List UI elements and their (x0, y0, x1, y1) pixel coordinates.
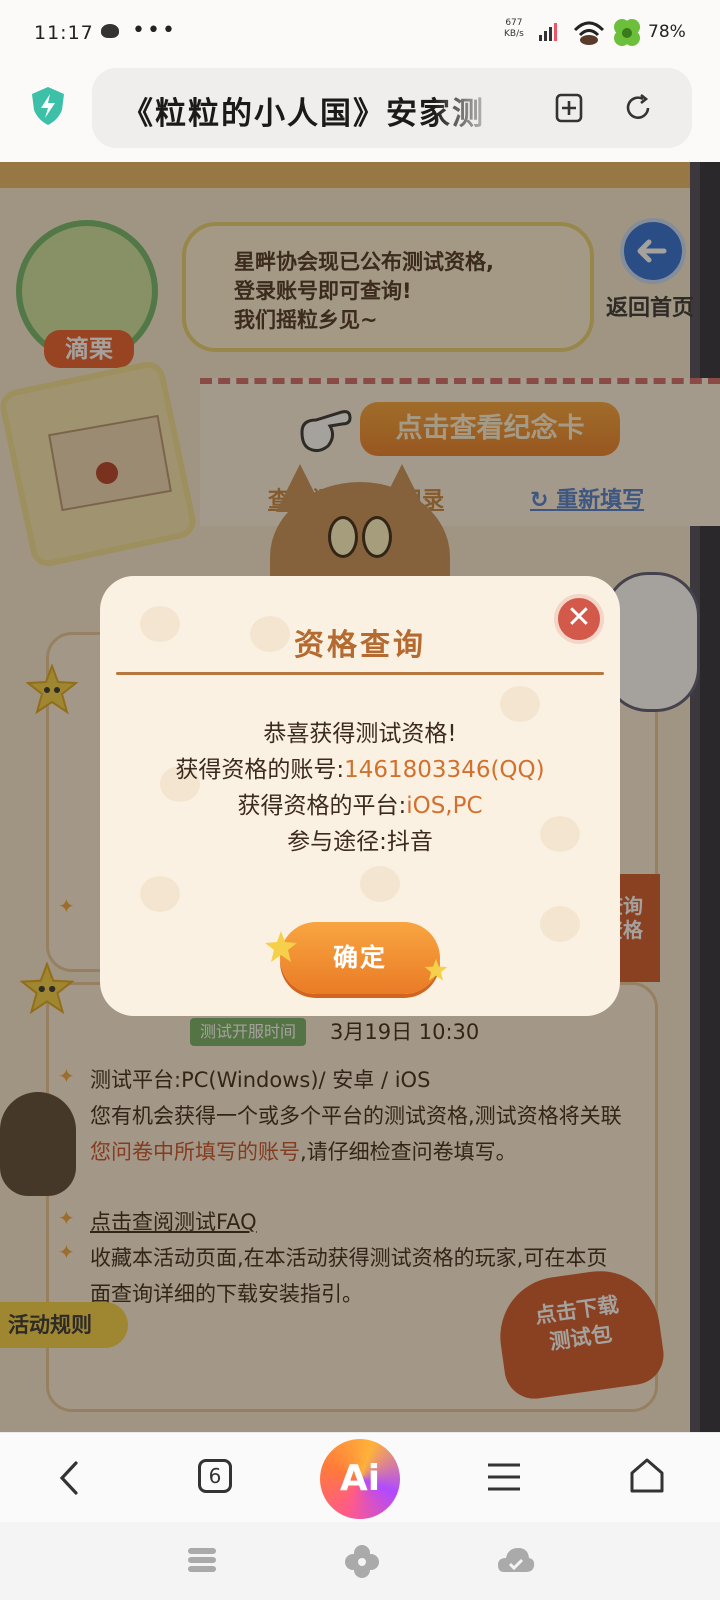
bookmark-add-icon[interactable] (554, 92, 584, 124)
url-title[interactable]: 《粒粒的小人国》安家测 (122, 88, 502, 132)
dialog-title: 资格查询 (294, 628, 426, 663)
battery-level: 78% (648, 22, 686, 42)
network-speed-unit: KB/s (504, 29, 524, 39)
recent-apps-icon[interactable] (186, 1546, 218, 1574)
back-icon[interactable] (56, 1459, 82, 1497)
menu-icon[interactable] (486, 1461, 522, 1493)
star-decoration-icon (424, 958, 448, 981)
close-icon[interactable]: ✕ (554, 594, 604, 644)
ai-assistant-button[interactable]: Ai (320, 1439, 400, 1519)
paw-pattern (140, 876, 180, 912)
system-nav-bar (0, 1522, 720, 1600)
dialog-body: 恭喜获得测试资格! 获得资格的账号:1461803346(QQ) 获得资格的平台… (100, 716, 620, 860)
wifi-icon (573, 21, 605, 45)
browser-bottom-nav: 6 Ai (0, 1432, 720, 1522)
qualification-query-dialog: 资格查询 ✕ 恭喜获得测试资格! 获得资格的账号:1461803346(QQ) … (100, 576, 620, 1016)
tab-count-button[interactable]: 6 (198, 1459, 232, 1493)
paw-pattern (360, 866, 400, 902)
dialog-divider (116, 672, 604, 675)
browser-address-bar: 《粒粒的小人国》安家测 (0, 66, 720, 162)
cell-signal-icon (539, 23, 557, 41)
shield-icon[interactable] (30, 86, 66, 126)
route-row: 参与途径:抖音 (100, 824, 620, 860)
route-label: 参与途径: (287, 829, 387, 855)
refresh-icon[interactable] (622, 92, 654, 124)
platform-row: 获得资格的平台:iOS,PC (100, 788, 620, 824)
platform-label: 获得资格的平台: (237, 793, 407, 819)
notification-app-icon (101, 24, 119, 38)
paw-pattern (540, 906, 580, 942)
star-decoration-icon (265, 931, 297, 962)
account-row: 获得资格的账号:1461803346(QQ) (100, 752, 620, 788)
congrats-line: 恭喜获得测试资格! (263, 721, 457, 747)
platform-value: iOS,PC (406, 793, 483, 819)
status-bar: 11:17 ••• 677 KB/s 78% (0, 0, 720, 66)
network-speed-value: 677 (505, 18, 523, 28)
network-speed: 677 KB/s (504, 18, 524, 40)
home-icon[interactable] (628, 1457, 666, 1495)
back-cloud-icon[interactable] (496, 1542, 536, 1580)
route-value: 抖音 (386, 829, 433, 855)
clover-icon (614, 19, 640, 46)
confirm-button[interactable]: 确定 (280, 922, 440, 994)
account-label: 获得资格的账号: (175, 757, 345, 783)
more-notifications-icon: ••• (132, 18, 177, 43)
url-field[interactable]: 《粒粒的小人国》安家测 (92, 68, 692, 148)
account-value: 1461803346(QQ) (344, 757, 545, 783)
status-time: 11:17 (34, 22, 94, 44)
home-flower-icon[interactable] (344, 1544, 380, 1578)
